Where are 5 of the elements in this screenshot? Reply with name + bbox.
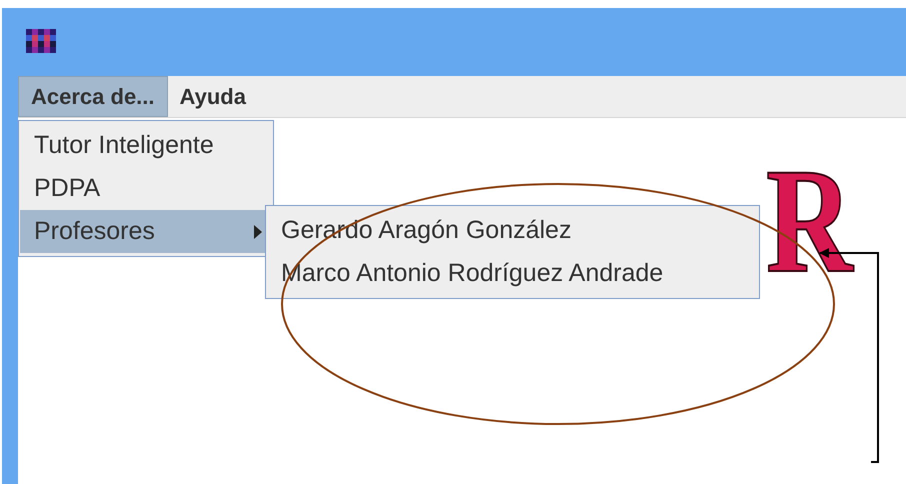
menu-item[interactable]: Tutor Inteligente — [20, 124, 272, 167]
menu-item[interactable]: PDPA — [20, 167, 272, 210]
app-icon — [24, 28, 58, 54]
menu-bar-item[interactable]: Acerca de... — [18, 76, 168, 117]
menu-bar-item[interactable]: Ayuda — [168, 76, 258, 117]
